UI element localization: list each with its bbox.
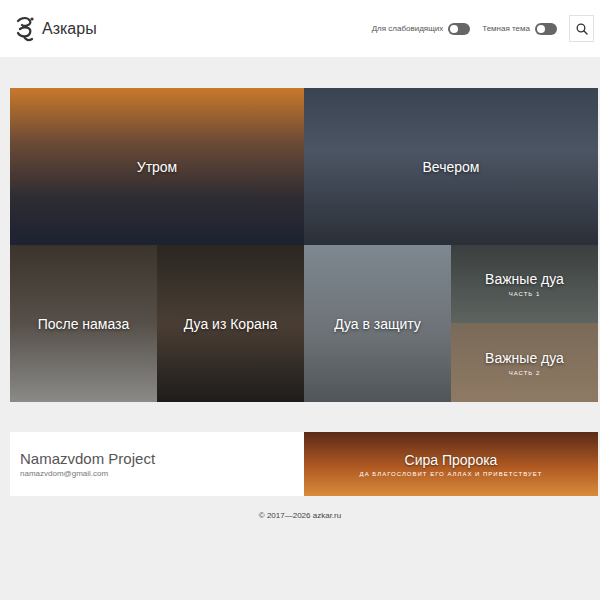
category-tile[interactable]: Важные дуа ЧАСТЬ 2 xyxy=(451,323,598,402)
toggle-row[interactable]: Темная тема xyxy=(482,23,557,35)
toggle-knob xyxy=(450,25,458,33)
page: Азкары Для слабовидящих Темная тема Утро… xyxy=(0,0,600,600)
logo-text: Азкары xyxy=(42,20,97,38)
logo-icon xyxy=(14,15,36,43)
tile-title: Важные дуа xyxy=(485,271,564,287)
sira-card[interactable]: Сира Пророка ДА БЛАГОСЛОВИТ ЕГО АЛЛАХ И … xyxy=(304,432,598,496)
tile-title: Вечером xyxy=(423,159,480,175)
project-title: Namazvdom Project xyxy=(20,450,294,467)
toggle-knob xyxy=(537,25,545,33)
project-card: Namazvdom Project namazvdom@gmail.com xyxy=(10,432,304,496)
sira-title: Сира Пророка xyxy=(405,452,498,468)
toggle-row[interactable]: Для слабовидящих xyxy=(372,23,471,35)
header-controls: Для слабовидящих Темная тема xyxy=(372,15,594,42)
tile-title: Дуа из Корана xyxy=(184,316,277,332)
toggle-switch[interactable] xyxy=(535,23,557,35)
search-icon xyxy=(576,23,588,35)
toggle-switch[interactable] xyxy=(448,23,470,35)
search-button[interactable] xyxy=(569,15,594,42)
category-tile[interactable]: Важные дуа ЧАСТЬ 1 xyxy=(451,245,598,323)
tile-title: Дуа в защиту xyxy=(334,316,421,332)
tile-subtitle: ЧАСТЬ 1 xyxy=(509,291,541,297)
tile-subtitle: ЧАСТЬ 2 xyxy=(509,370,541,376)
category-tile[interactable]: Дуа из Корана xyxy=(157,245,304,402)
category-tile[interactable]: Утром xyxy=(10,88,304,245)
toggle-label: Темная тема xyxy=(482,24,530,33)
sira-subtitle: ДА БЛАГОСЛОВИТ ЕГО АЛЛАХ И ПРИВЕТСТВУЕТ xyxy=(360,471,543,477)
header: Азкары Для слабовидящих Темная тема xyxy=(0,0,600,57)
toggle-label: Для слабовидящих xyxy=(372,24,444,33)
category-tile[interactable]: После намаза xyxy=(10,245,157,402)
category-tile[interactable]: Дуа в защиту xyxy=(304,245,451,402)
copyright: © 2017—2026 azkar.ru xyxy=(0,511,600,520)
bottom-row: Namazvdom Project namazvdom@gmail.com Си… xyxy=(10,432,598,496)
logo[interactable]: Азкары xyxy=(14,15,97,43)
project-email[interactable]: namazvdom@gmail.com xyxy=(20,469,294,478)
tile-title: Важные дуа xyxy=(485,350,564,366)
category-tile[interactable]: Вечером xyxy=(304,88,598,245)
tile-title: Утром xyxy=(137,159,178,175)
tile-title: После намаза xyxy=(38,316,130,332)
category-grid: Утром Вечером После намаза Дуа из Корана… xyxy=(10,88,598,402)
